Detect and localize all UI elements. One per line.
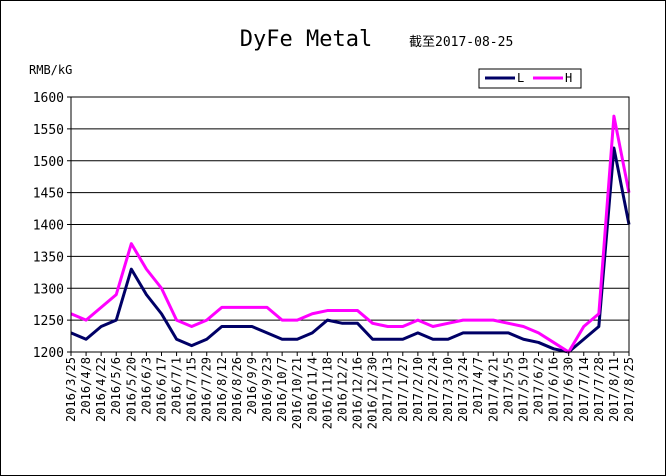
legend: L H: [478, 68, 582, 89]
x-tick-label: 2017/7/28: [592, 357, 606, 422]
line-chart: DyFe Metal 截至2017-08-25 RMB/kG 1200 1250 1…: [29, 27, 636, 429]
y-tick-label-1500: 1500: [33, 155, 64, 170]
y-axis-unit-label: RMB/kG: [29, 63, 72, 77]
x-tick-label: 2017/7/14: [577, 357, 591, 422]
x-tick-label: 2017/8/11: [607, 357, 621, 422]
x-tick-label: 2017/6/30: [562, 357, 576, 422]
chart-subtitle: 截至2017-08-25: [409, 35, 513, 50]
y-tick-label-1400: 1400: [33, 219, 64, 234]
x-tick-label: 2016/7/1: [170, 357, 184, 415]
x-tick-label: 2016/12/30: [366, 357, 380, 429]
x-tick-label: 2016/10/21: [290, 357, 304, 429]
x-tick-label: 2016/7/15: [185, 357, 199, 422]
x-tick-label: 2017/6/16: [547, 357, 561, 422]
series-line-l: [70, 146, 631, 354]
legend-label-h: H: [565, 71, 572, 85]
x-tick-label: 2017/5/5: [501, 357, 515, 415]
y-tick-label-1350: 1350: [33, 250, 64, 265]
x-tick-label: 2017/2/10: [411, 357, 425, 422]
x-tick-label: 2017/1/13: [381, 357, 395, 422]
legend-label-l: L: [517, 71, 524, 85]
x-tick-label: 2017/5/19: [516, 357, 530, 422]
x-tick-label: 2016/8/26: [230, 357, 244, 422]
y-tick-label-1550: 1550: [33, 123, 64, 138]
y-tick-label-1300: 1300: [33, 282, 64, 297]
x-tick-label: 2016/12/16: [351, 357, 365, 429]
x-tick-label: 2016/7/29: [200, 357, 214, 422]
x-tick-label: 2017/8/25: [622, 357, 636, 422]
x-tick-label: 2016/11/18: [320, 357, 334, 429]
chart-frame: DyFe Metal 截至2017-08-25 RMB/kG 1200 1250 1…: [0, 0, 666, 476]
x-tick-label: 2017/3/24: [456, 357, 470, 422]
y-tick-label-1250: 1250: [33, 314, 64, 329]
x-tick-label: 2016/6/17: [154, 357, 168, 422]
x-tick-label: 2016/8/12: [215, 357, 229, 422]
x-tick-label: 2016/3/25: [64, 357, 78, 422]
x-tick-label: 2017/3/10: [441, 357, 455, 422]
x-tick-label: 2016/4/22: [94, 357, 108, 422]
x-tick-label: 2016/10/7: [275, 357, 289, 422]
x-tick-label: 2017/2/24: [426, 357, 440, 422]
x-tick-label: 2016/11/4: [305, 357, 319, 422]
x-tick-label: 2016/12/2: [335, 357, 349, 422]
x-tick-label: 2016/6/3: [139, 357, 153, 415]
x-tick-label: 2017/4/7: [471, 357, 485, 415]
x-tick-label: 2017/4/21: [486, 357, 500, 422]
x-tick-label: 2016/9/23: [260, 357, 274, 422]
y-tick-label-1450: 1450: [33, 187, 64, 202]
x-tick-label: 2016/4/8: [79, 357, 93, 415]
x-tick-label: 2016/5/6: [109, 357, 123, 415]
y-tick-label-1600: 1600: [33, 91, 64, 106]
x-tick-label: 2017/6/2: [532, 357, 546, 415]
chart-title: DyFe Metal: [240, 27, 372, 52]
x-tick-label: 2016/5/20: [124, 357, 138, 422]
x-tick-label: 2017/1/27: [396, 357, 410, 422]
x-tick-label: 2016/9/9: [245, 357, 259, 415]
y-tick-label-1200: 1200: [33, 346, 64, 361]
series-line-h: [70, 114, 631, 354]
